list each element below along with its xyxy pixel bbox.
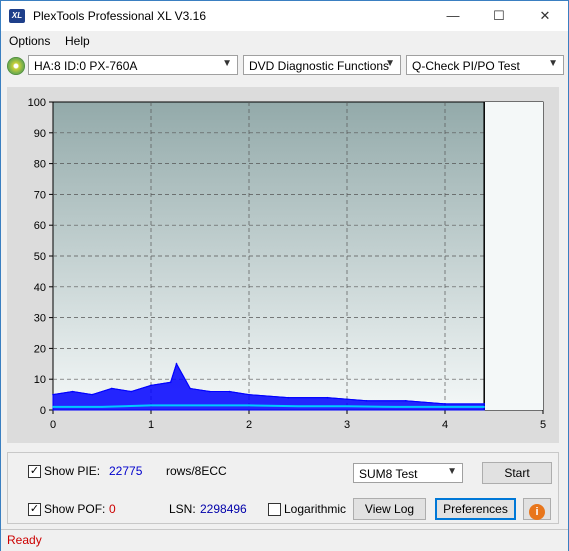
data-point [287, 396, 290, 399]
x-tick-label: 2 [246, 419, 252, 431]
test-mode-value: SUM8 Test [359, 467, 418, 481]
data-point [169, 381, 172, 384]
data-point [111, 387, 113, 390]
show-pof-checkbox[interactable]: ✓ [28, 503, 41, 516]
lsn-value: 2298496 [200, 502, 247, 516]
status-bar: Ready [1, 529, 568, 551]
data-point [91, 393, 93, 396]
x-tick-label: 3 [344, 419, 350, 431]
data-point [444, 406, 446, 408]
chevron-down-icon: ▼ [385, 58, 395, 69]
x-tick-label: 1 [148, 419, 154, 431]
window-title: PlexTools Professional XL V3.16 [33, 9, 206, 23]
logarithmic-label: Logarithmic [284, 502, 347, 516]
data-point [52, 406, 54, 408]
status-text: Ready [7, 533, 42, 547]
y-tick-label: 10 [34, 374, 46, 386]
data-point [71, 390, 74, 393]
toolbar: HA:8 ID:0 PX-760A ▼ DVD Diagnostic Funct… [1, 53, 568, 79]
test-select-value: Q-Check PI/PO Test [412, 59, 520, 73]
data-point [248, 404, 250, 407]
data-point [199, 404, 201, 407]
info-button[interactable]: i [523, 498, 551, 520]
y-tick-label: 70 [34, 189, 46, 201]
data-point [395, 406, 397, 408]
data-point [52, 393, 54, 396]
pof-value: 0 [109, 502, 116, 516]
application-window: XL PlexTools Professional XL V3.16 — ☐ ✕… [0, 0, 569, 551]
rows-label: rows/8ECC [166, 464, 227, 478]
start-button[interactable]: Start [482, 462, 552, 484]
y-tick-label: 40 [34, 282, 46, 294]
menu-help[interactable]: Help [65, 34, 90, 48]
data-point [483, 406, 486, 408]
data-point [346, 405, 348, 408]
chart-panel: 0 10 20 30 40 50 60 70 80 90 100 0 1 2 3 4 5 [7, 87, 559, 443]
function-select[interactable]: DVD Diagnostic Functions ▼ [243, 55, 401, 75]
preferences-button[interactable]: Preferences [435, 498, 516, 520]
y-tick-label: 50 [34, 251, 46, 263]
show-pof-label: Show POF: [44, 502, 106, 516]
data-point [483, 403, 486, 405]
app-logo-icon: XL [9, 9, 25, 23]
function-select-value: DVD Diagnostic Functions [249, 59, 390, 73]
show-pie-checkbox[interactable]: ✓ [28, 465, 41, 478]
data-point [150, 384, 152, 387]
y-tick-label: 30 [34, 313, 46, 325]
pi-po-chart: 0 10 20 30 40 50 60 70 80 90 100 0 1 2 3 4 5 [28, 97, 546, 431]
info-icon: i [529, 504, 545, 520]
data-point [326, 396, 329, 399]
test-mode-select[interactable]: SUM8 Test ▼ [353, 463, 463, 483]
title-bar[interactable]: XL PlexTools Professional XL V3.16 — ☐ ✕ [1, 1, 568, 31]
chevron-down-icon: ▼ [548, 58, 558, 69]
view-log-button[interactable]: View Log [353, 498, 426, 520]
lsn-label: LSN: [169, 502, 196, 516]
data-point [189, 387, 191, 390]
x-tick-label: 5 [540, 419, 546, 431]
y-tick-label: 60 [34, 220, 46, 232]
menu-options[interactable]: Options [9, 34, 50, 48]
y-tick-label: 80 [34, 159, 46, 171]
maximize-button[interactable]: ☐ [476, 1, 522, 31]
x-tick-label: 4 [442, 419, 448, 431]
x-tick-label: 0 [50, 419, 56, 431]
chevron-down-icon: ▼ [447, 466, 457, 477]
chevron-down-icon: ▼ [222, 58, 232, 69]
data-point [248, 393, 250, 396]
y-tick-label: 90 [34, 128, 46, 140]
pie-value: 22775 [109, 464, 143, 478]
data-point [297, 405, 299, 408]
show-pie-label: Show PIE: [44, 464, 101, 478]
minimize-button[interactable]: — [430, 1, 476, 31]
data-point [175, 363, 178, 365]
data-point [405, 399, 407, 402]
test-select[interactable]: Q-Check PI/PO Test ▼ [406, 55, 564, 75]
data-point [365, 399, 368, 402]
disc-drive-icon [7, 57, 25, 75]
logarithmic-checkbox[interactable] [268, 503, 281, 516]
data-point [444, 403, 446, 405]
data-point [209, 390, 211, 393]
close-button[interactable]: ✕ [522, 1, 568, 31]
y-tick-label: 100 [28, 97, 46, 109]
y-tick-label: 20 [34, 343, 46, 355]
menu-bar: Options Help [1, 32, 568, 52]
drive-select[interactable]: HA:8 ID:0 PX-760A ▼ [28, 55, 238, 75]
control-panel: ✓ Show PIE: 22775 rows/8ECC SUM8 Test ▼ … [7, 452, 559, 524]
data-point [101, 406, 103, 408]
data-point [228, 390, 231, 393]
data-point [150, 404, 152, 407]
y-tick-label: 0 [40, 405, 46, 417]
drive-select-value: HA:8 ID:0 PX-760A [34, 59, 138, 73]
data-point [130, 390, 133, 393]
unused-region [484, 102, 543, 410]
